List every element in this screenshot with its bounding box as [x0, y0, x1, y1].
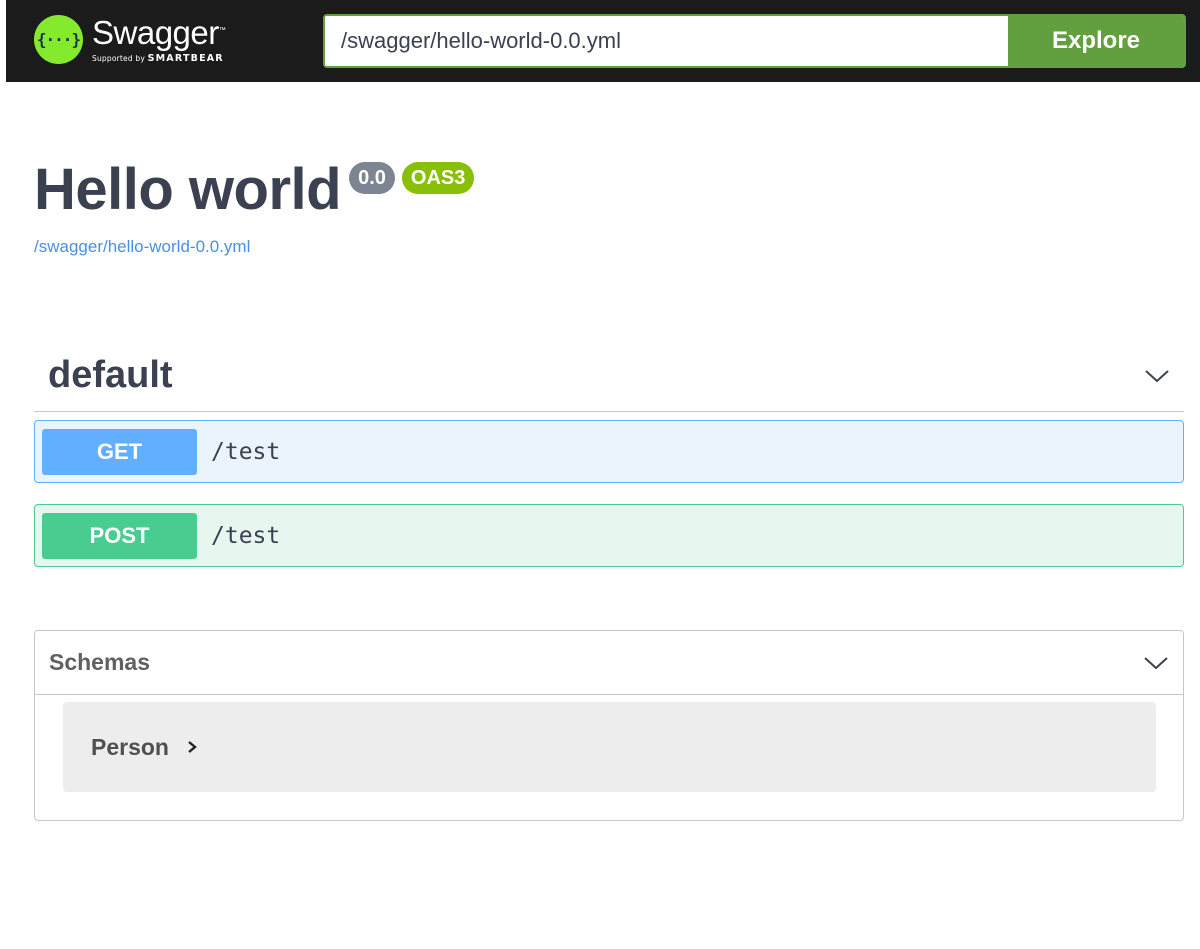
schemas-section: Schemas Person — [34, 630, 1184, 821]
topbar: {···} Swagger™ Supported by SMARTBEAR Ex… — [6, 0, 1200, 82]
swagger-logo-icon: {···} — [34, 14, 83, 64]
method-badge-post: POST — [42, 512, 197, 559]
chevron-down-icon[interactable] — [1144, 363, 1170, 389]
operation-get-test[interactable]: GET /test — [34, 420, 1184, 483]
version-badge: 0.0 — [349, 162, 395, 194]
chevron-down-icon-svg — [1144, 656, 1168, 669]
spec-url-input[interactable] — [325, 16, 1008, 66]
model-name: Person — [91, 733, 169, 760]
method-badge-get: GET — [42, 428, 197, 475]
chevron-down-icon[interactable] — [1143, 650, 1169, 676]
chevron-right-icon-svg — [188, 741, 197, 753]
schemas-header[interactable]: Schemas — [35, 631, 1183, 695]
schemas-title: Schemas — [49, 649, 151, 675]
spec-link[interactable]: /swagger/hello-world-0.0.yml — [34, 237, 474, 257]
explore-button[interactable]: Explore — [1008, 16, 1184, 66]
tag-name: default — [48, 354, 173, 396]
logo-title-text: Swagger — [92, 14, 219, 51]
swagger-logo[interactable]: {···} Swagger™ Supported by SMARTBEAR — [34, 14, 226, 65]
api-info: Hello world 0.0 OAS3 /swagger/hello-worl… — [34, 155, 475, 257]
operation-path: /test — [211, 438, 281, 465]
logo-supported-by: Supported by — [92, 54, 146, 63]
api-title: Hello world — [34, 157, 342, 222]
chevron-right-icon[interactable] — [187, 739, 203, 755]
logo-company: SMARTBEAR — [147, 53, 224, 64]
chevron-down-icon-svg — [1145, 369, 1169, 382]
logo-symbol: {···} — [36, 29, 81, 49]
tag-header-default[interactable]: default — [34, 340, 1184, 412]
logo-text: Swagger™ Supported by SMARTBEAR — [92, 14, 226, 65]
logo-trademark: ™ — [218, 27, 226, 34]
title-row: Hello world 0.0 OAS3 — [34, 155, 475, 225]
operation-post-test[interactable]: POST /test — [34, 504, 1184, 567]
logo-subtitle: Supported by SMARTBEAR — [92, 53, 225, 64]
oas-badge: OAS3 — [401, 162, 475, 194]
logo-title: Swagger™ — [92, 14, 226, 51]
spec-url-form: Explore — [323, 14, 1186, 68]
operation-path: /test — [211, 522, 281, 549]
model-person[interactable]: Person — [63, 702, 1156, 792]
